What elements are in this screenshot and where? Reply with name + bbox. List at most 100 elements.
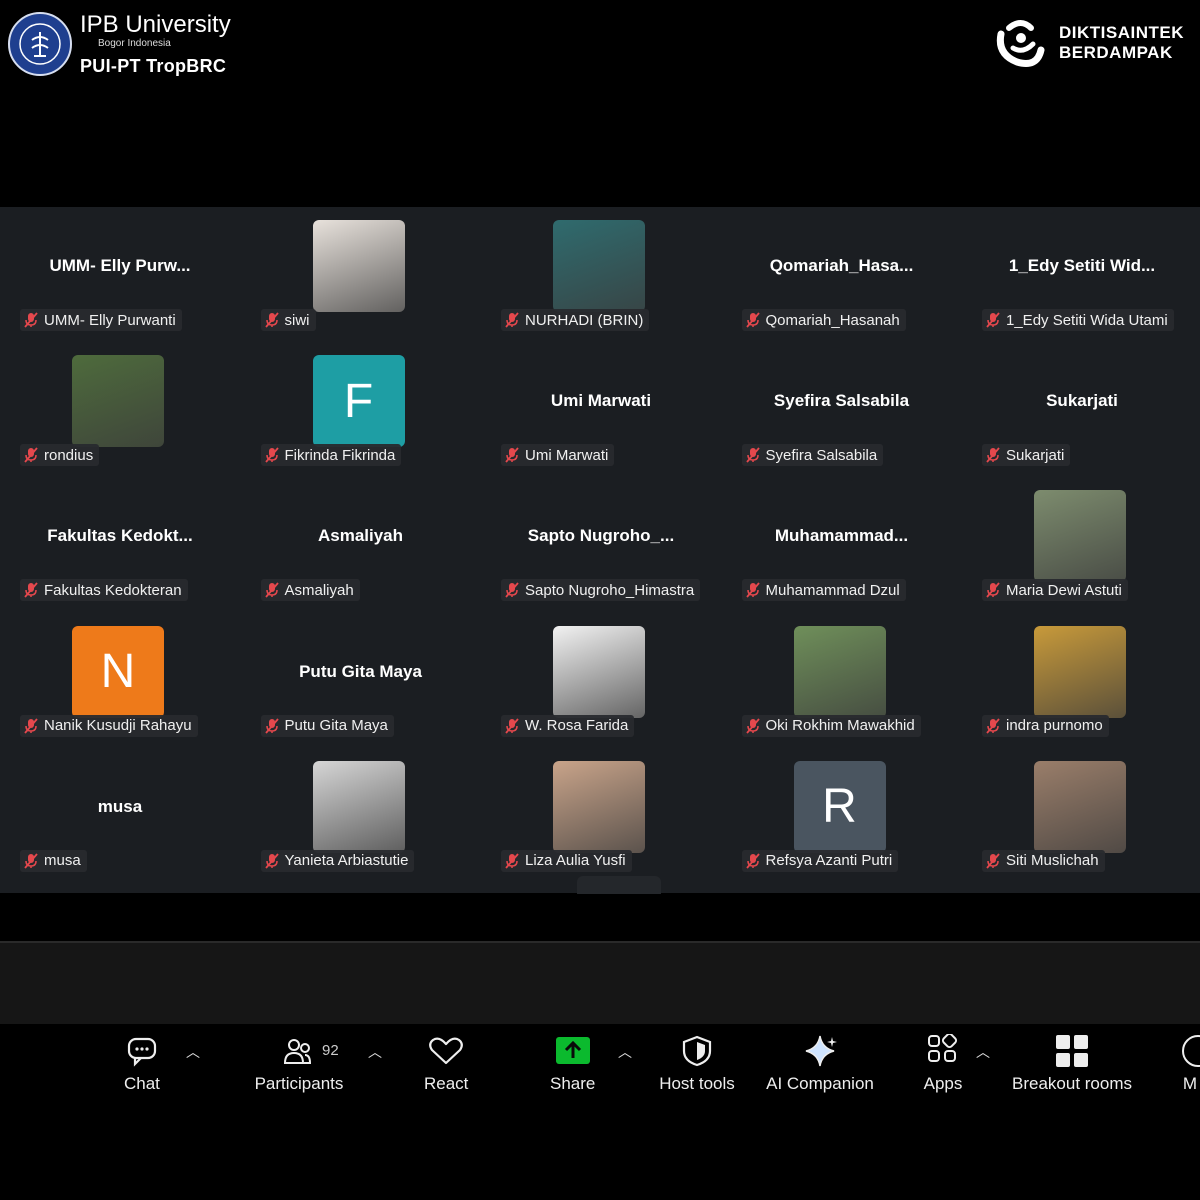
participant-name-tag: Nanik Kusudji Rahayu xyxy=(20,714,198,737)
breakout-rooms-button[interactable]: Breakout rooms xyxy=(1010,1034,1134,1094)
participant-name: Umi Marwati xyxy=(525,446,609,464)
participant-name-tag: Muhamammad Dzul xyxy=(741,579,906,602)
participant-name: Nanik Kusudji Rahayu xyxy=(44,717,192,735)
participant-tile[interactable]: Qomariah_Hasa... Qomariah_Hasanah xyxy=(722,207,962,342)
participant-name-tag: Fakultas Kedokteran xyxy=(20,579,188,602)
participant-tile[interactable]: Asmaliyah Asmaliyah xyxy=(241,477,481,612)
chat-button[interactable]: Chat xyxy=(124,1034,160,1094)
participant-tile[interactable]: Putu Gita Maya Putu Gita Maya xyxy=(241,613,481,748)
participant-name: Sukarjati xyxy=(1006,446,1065,464)
participant-name-tag: Asmaliyah xyxy=(260,579,360,602)
participant-tile[interactable]: N Nanik Kusudji Rahayu xyxy=(0,613,240,748)
participant-video-thumbnail xyxy=(1034,490,1126,583)
apps-button[interactable]: Apps xyxy=(921,1034,965,1094)
share-button[interactable]: Share xyxy=(550,1034,595,1094)
muted-mic-icon xyxy=(24,312,44,328)
participant-display-name: Sapto Nugroho_... xyxy=(527,526,675,546)
more-button[interactable]: M xyxy=(1180,1034,1200,1094)
participant-name-tag: Qomariah_Hasanah xyxy=(741,309,906,331)
participant-name: W. Rosa Farida xyxy=(525,717,629,735)
participant-tile[interactable]: indra purnomo xyxy=(962,613,1200,748)
participant-name-tag: Sapto Nugroho_Himastra xyxy=(501,579,701,602)
participants-label: Participants xyxy=(254,1074,344,1093)
participant-tile[interactable]: NURHADI (BRIN) xyxy=(481,207,721,342)
apps-label: Apps xyxy=(923,1074,963,1093)
participant-tile[interactable]: Fakultas Kedokt... Fakultas Kedokteran xyxy=(0,477,240,612)
participant-name: Oki Rokhim Mawakhid xyxy=(765,717,915,735)
participant-display-name: musa xyxy=(97,796,143,816)
participant-display-name: UMM- Elly Purw... xyxy=(49,256,191,275)
participant-name: Syefira Salsabila xyxy=(765,446,878,464)
participant-name: Putu Gita Maya xyxy=(284,717,388,735)
participant-name-tag: Sukarjati xyxy=(982,444,1071,467)
participant-display-name: Fakultas Kedokt... xyxy=(47,526,193,546)
muted-mic-icon xyxy=(505,853,525,869)
avatar-initial: N xyxy=(72,625,164,718)
participant-name-tag: indra purnomo xyxy=(982,714,1109,737)
participants-count: 92 xyxy=(322,1042,339,1059)
apps-caret-icon[interactable]: ︿ xyxy=(976,1042,990,1062)
institution-name: IPB University xyxy=(80,11,231,38)
participant-name: Muhamammad Dzul xyxy=(765,581,900,599)
participant-name: NURHADI (BRIN) xyxy=(525,311,644,329)
participant-video-thumbnail xyxy=(312,760,405,853)
host-tools-button[interactable]: Host tools xyxy=(656,1034,738,1094)
participant-tile[interactable]: Liza Aulia Yusfi xyxy=(481,748,721,883)
participant-video-thumbnail xyxy=(72,355,164,448)
ai-companion-label: AI Companion xyxy=(766,1074,874,1093)
muted-mic-icon xyxy=(745,312,766,328)
participant-name-tag: Refsya Azanti Putri xyxy=(741,849,899,872)
participant-display-name: Syefira Salsabila xyxy=(773,391,910,411)
participant-video-thumbnail xyxy=(793,625,886,718)
participant-name-tag: Oki Rokhim Mawakhid xyxy=(741,714,921,737)
partner-line-2: BERDAMPAK xyxy=(1059,43,1173,62)
participant-name-tag: Liza Aulia Yusfi xyxy=(501,849,632,872)
react-button[interactable]: React xyxy=(424,1034,468,1094)
muted-mic-icon xyxy=(264,312,285,328)
avatar-initial: R xyxy=(793,760,886,853)
chat-caret-icon[interactable]: ︿ xyxy=(186,1042,200,1062)
participants-caret-icon[interactable]: ︿ xyxy=(368,1042,382,1062)
participant-tile[interactable]: rondius xyxy=(0,342,240,477)
participant-name: Refsya Azanti Putri xyxy=(765,852,893,870)
participant-tile[interactable]: Sapto Nugroho_... Sapto Nugroho_Himastra xyxy=(481,477,721,612)
participant-tile[interactable]: W. Rosa Farida xyxy=(481,613,721,748)
participant-tile[interactable]: Syefira Salsabila Syefira Salsabila xyxy=(722,342,962,477)
participant-name-tag: Siti Muslichah xyxy=(982,849,1105,872)
participant-tile[interactable]: Sukarjati Sukarjati xyxy=(962,342,1200,477)
participant-tile[interactable]: Oki Rokhim Mawakhid xyxy=(722,613,962,748)
heart-icon xyxy=(429,1037,464,1065)
participant-tile[interactable]: F Fikrinda Fikrinda xyxy=(241,342,481,477)
participant-tile[interactable]: 1_Edy Setiti Wid... 1_Edy Setiti Wida Uta… xyxy=(962,207,1200,342)
apps-icon xyxy=(928,1034,958,1062)
participant-tile[interactable]: Maria Dewi Astuti xyxy=(962,477,1200,612)
ipb-seal-icon xyxy=(8,12,72,76)
partner-line-1: DIKTISAINTEK xyxy=(1059,23,1184,42)
participant-tile[interactable]: Muhamammad... Muhamammad Dzul xyxy=(722,477,962,612)
participant-name-tag: musa xyxy=(20,849,87,872)
participant-tile[interactable]: R Refsya Azanti Putri xyxy=(722,748,962,883)
participant-name: 1_Edy Setiti Wida Utami xyxy=(1006,311,1168,329)
gallery-page-toggle[interactable] xyxy=(577,876,661,894)
participant-video-thumbnail xyxy=(312,220,405,312)
participant-tile[interactable]: UMM- Elly Purw... UMM- Elly Purwanti xyxy=(0,207,240,342)
participant-name: Sapto Nugroho_Himastra xyxy=(525,581,695,599)
ai-companion-button[interactable]: AI Companion xyxy=(764,1034,876,1094)
participant-name: siwi xyxy=(284,311,310,329)
participant-video-thumbnail xyxy=(1034,625,1126,718)
participant-tile[interactable]: musa musa xyxy=(0,748,240,883)
participant-tile[interactable]: siwi xyxy=(241,207,481,342)
participant-video-thumbnail xyxy=(553,625,645,718)
muted-mic-icon xyxy=(505,718,525,734)
participant-name: Maria Dewi Astuti xyxy=(1006,581,1122,599)
muted-mic-icon xyxy=(505,447,525,463)
share-caret-icon[interactable]: ︿ xyxy=(618,1042,632,1062)
participant-tile[interactable]: Yanieta Arbiastutie xyxy=(241,748,481,883)
institution-sub: Bogor Indonesia xyxy=(98,38,171,49)
participant-display-name: 1_Edy Setiti Wid... xyxy=(1008,256,1156,275)
participant-name: Fakultas Kedokteran xyxy=(44,581,182,599)
participant-tile[interactable]: Siti Muslichah xyxy=(962,748,1200,883)
participant-name: Yanieta Arbiastutie xyxy=(284,852,409,870)
participant-tile[interactable]: Umi Marwati Umi Marwati xyxy=(481,342,721,477)
muted-mic-icon xyxy=(986,582,1006,598)
